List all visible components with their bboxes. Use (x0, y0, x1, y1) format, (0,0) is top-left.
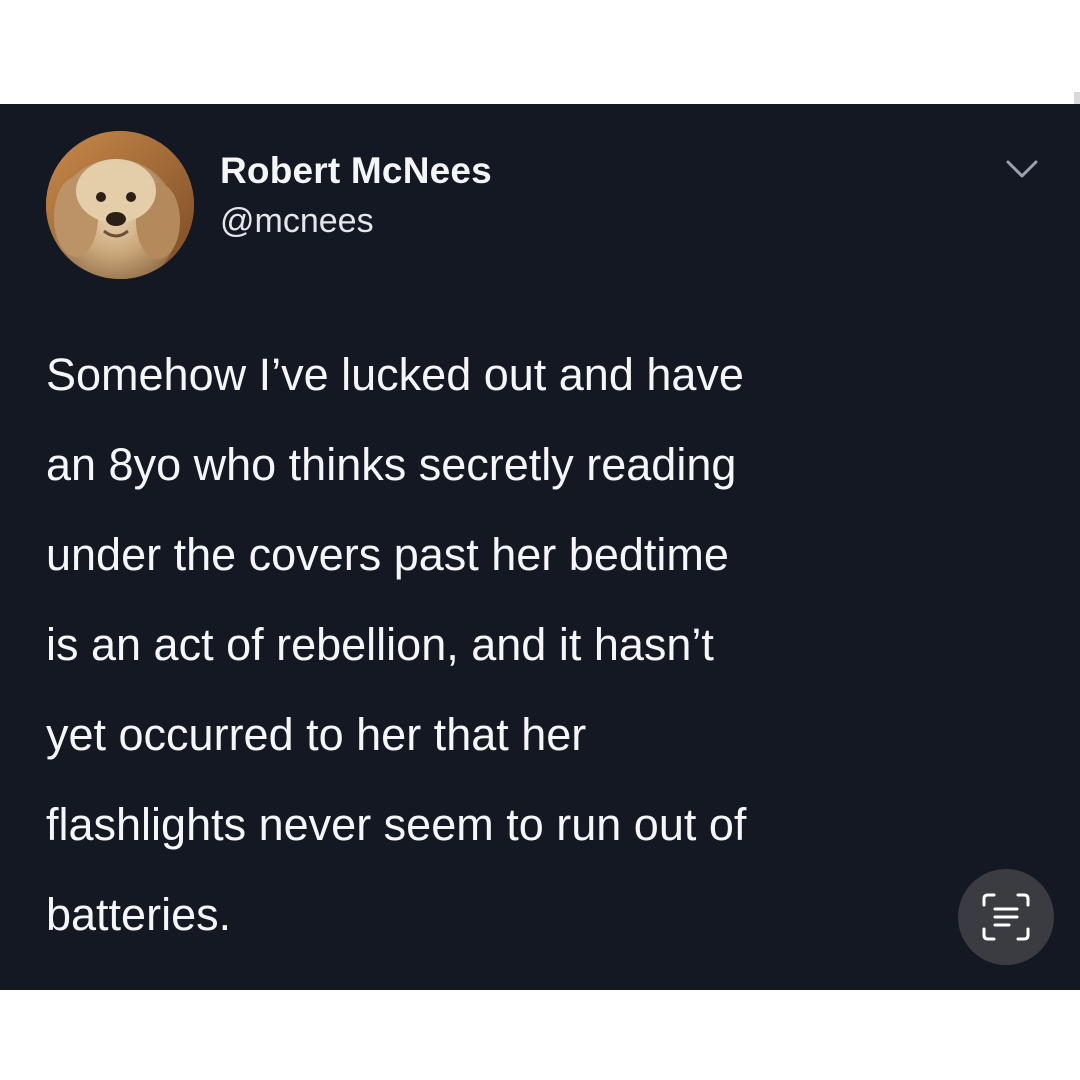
author-handle[interactable]: @mcnees (220, 202, 374, 241)
screenshot-canvas: Robert McNees @mcnees Somehow I’ve lucke… (0, 0, 1080, 1080)
chevron-down-icon[interactable] (1002, 154, 1042, 184)
tweet-card: Robert McNees @mcnees Somehow I’ve lucke… (0, 104, 1080, 990)
tweet-line: batteries. (46, 889, 232, 940)
author-name[interactable]: Robert McNees (220, 150, 492, 192)
tweet-text: Somehow I’ve lucked out and have an 8yo … (46, 330, 1026, 960)
text-scan-icon (982, 893, 1030, 941)
tweet-line: yet occurred to her that her (46, 709, 587, 760)
tweet-line: Somehow I’ve lucked out and have (46, 349, 744, 400)
tweet-line: is an act of rebellion, and it hasn’t (46, 619, 714, 670)
dog-avatar-icon (46, 131, 194, 279)
avatar[interactable] (46, 131, 194, 279)
tweet-line: flashlights never seem to run out of (46, 799, 747, 850)
tweet-line: an 8yo who thinks secretly reading (46, 439, 737, 490)
tweet-line: under the covers past her bedtime (46, 529, 729, 580)
text-scan-button[interactable] (958, 869, 1054, 965)
